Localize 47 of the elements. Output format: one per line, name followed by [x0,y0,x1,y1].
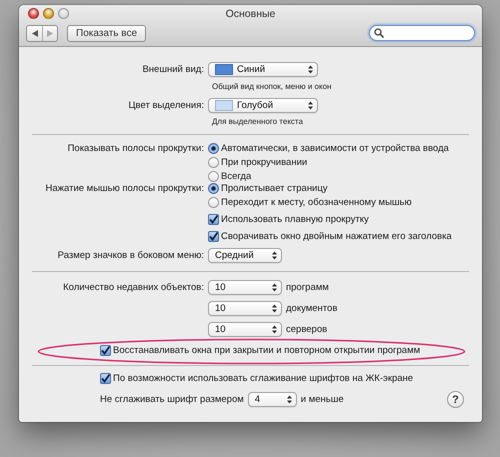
unit-label: документов [286,303,338,314]
unit-label: серверов [286,324,328,335]
updown-arrows-icon [272,325,277,334]
radio-button[interactable]: При прокручивании [208,156,308,168]
hint-text: Для выделенного текста [211,116,304,126]
hint-text: Общий вид кнопок, меню и окон [211,82,332,90]
search-icon [374,28,384,38]
search-field[interactable] [369,25,475,41]
setting-label: Показывать полосы прокрутки: [66,142,204,154]
checkbox[interactable]: Использовать плавную прокрутку [208,214,369,224]
setting-label: Размер значков в боковом меню: [56,250,204,261]
updown-arrows-icon [308,101,313,110]
popup-menu[interactable]: 10 [208,301,282,316]
popup-menu[interactable]: 10 [208,322,282,337]
setting-label: Нажатие мышью полосы прокрутки: [44,182,204,194]
checkmark-icon [101,346,110,355]
radio-button[interactable]: Всегда [208,170,252,182]
updown-arrows-icon [272,304,277,313]
zoom-icon[interactable] [58,8,69,19]
unit-label: программ [286,282,329,293]
updown-arrows-icon [272,283,277,292]
popup-menu[interactable]: 10 [208,280,282,295]
close-icon[interactable] [28,8,39,19]
checkbox[interactable]: Сворачивать окно двойным нажатием его заголовка [208,230,452,242]
updown-arrows-icon [286,395,292,404]
checkbox[interactable]: По возможности использовать сглаживание шрифтов на ЖК-экране [100,373,414,384]
popup-menu[interactable]: 4 [248,392,297,407]
radio-button[interactable]: Автоматически, в зависимости от устройства ввода [208,142,449,154]
window-title: Основные [226,8,276,20]
radio-button[interactable]: Переходит к месту, обозначенному мышью [208,196,412,208]
left-triangle-icon [32,30,38,36]
setting-label: Цвет выделения: [128,100,204,111]
popup-menu[interactable]: Синий [208,62,318,77]
setting-label: Внешний вид: [141,64,204,75]
popup-menu[interactable]: Голубой [208,98,318,113]
checkmark-icon [101,374,110,383]
unit-label: и меньше [300,394,344,405]
setting-label: Не сглаживать шрифт размером [100,394,244,405]
radio-button[interactable]: Пролистывает страницу [208,182,328,194]
right-triangle-icon [47,30,53,36]
setting-label: Количество недавних объектов: [62,282,204,293]
help-button[interactable]: ? [447,391,464,408]
popup-menu[interactable]: Средний [208,248,282,263]
minimize-icon[interactable] [43,8,54,19]
show-all-button[interactable]: Показать все [67,24,146,42]
updown-arrows-icon [272,251,277,260]
updown-arrows-icon [308,65,313,74]
